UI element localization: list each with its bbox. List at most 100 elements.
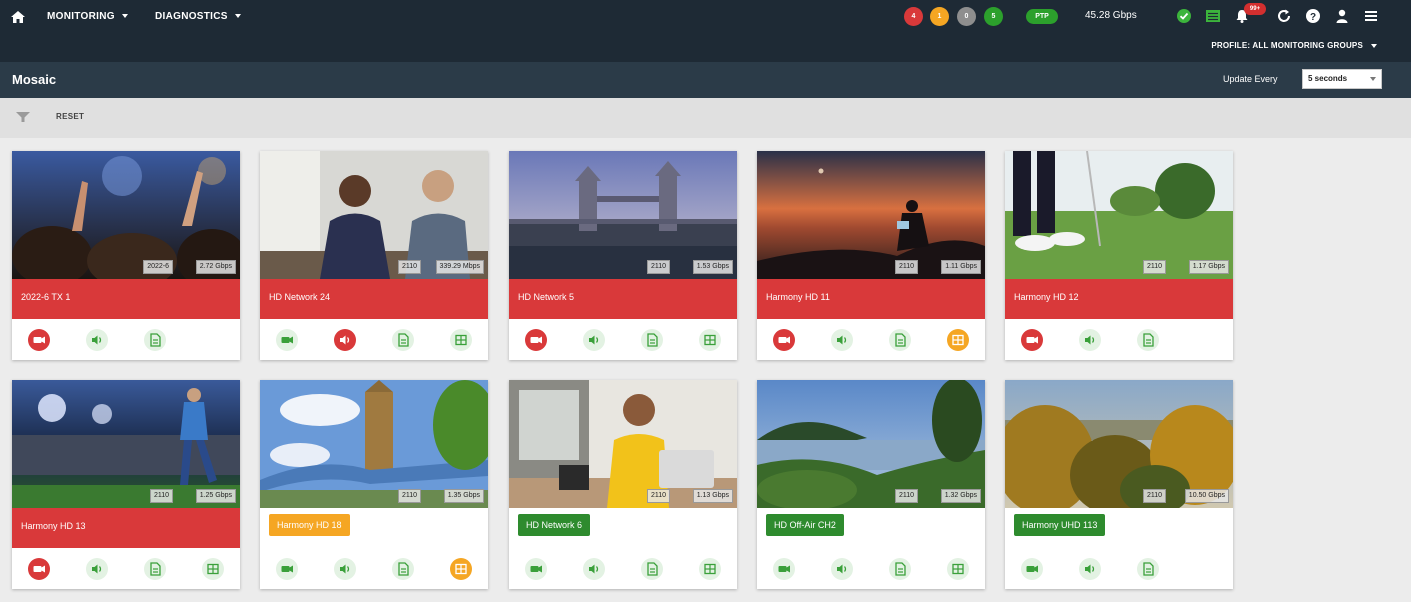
user-icon[interactable] [1334,8,1350,24]
document-ok-icon[interactable] [1137,558,1159,580]
mosaic-grid: 2022-6 2.72 Gbps 2022-6 TX 1 2110 339.29… [0,138,1411,602]
help-icon[interactable]: ? [1305,8,1321,24]
document-ok-icon[interactable] [889,558,911,580]
stream-card[interactable]: 2110 1.25 Gbps Harmony HD 13 [12,380,240,589]
document-ok-icon[interactable] [144,558,166,580]
stream-card[interactable]: 2110 1.17 Gbps Harmony HD 12 [1005,151,1233,360]
stream-thumbnail[interactable]: 2110 339.29 Mbps [260,151,488,279]
video-alarm-icon[interactable] [28,329,50,351]
filter-icon[interactable] [16,111,30,123]
document-ok-icon[interactable] [641,558,663,580]
stream-card[interactable]: 2110 1.35 Gbps Harmony HD 18 [260,380,488,589]
check-circle-icon[interactable] [1176,8,1192,24]
stream-id-tag: 2110 [894,489,918,503]
stream-thumbnail[interactable]: 2110 1.35 Gbps [260,380,488,508]
audio-alarm-icon[interactable] [334,329,356,351]
chevron-down-icon [1371,43,1377,48]
stream-name-badge: Harmony HD 18 [269,514,350,536]
stream-rate-tag: 339.29 Mbps [435,260,484,274]
video-alarm-icon[interactable] [1021,329,1043,351]
stream-id-tag: 2110 [397,489,421,503]
stream-rate-tag: 2.72 Gbps [195,260,236,274]
stream-name-bar: Harmony HD 11 [757,279,985,319]
stream-rate-tag: 1.25 Gbps [195,489,236,503]
audio-ok-icon[interactable] [1079,558,1101,580]
audio-ok-icon[interactable] [583,558,605,580]
stream-thumbnail[interactable]: 2110 1.25 Gbps [12,380,240,508]
audio-ok-icon[interactable] [86,329,108,351]
audio-ok-icon[interactable] [86,558,108,580]
audio-ok-icon[interactable] [831,558,853,580]
ptp-status-badge[interactable]: PTP [1026,9,1058,24]
monitoring-menu-label: MONITORING [47,11,115,22]
data-ok-icon[interactable] [699,329,721,351]
data-ok-icon[interactable] [202,558,224,580]
stream-name-badge: Harmony UHD 113 [1014,514,1106,536]
stream-name: Harmony HD 12 [1014,292,1079,302]
audio-ok-icon[interactable] [334,558,356,580]
alarm-count-unknown[interactable]: 0 [957,7,976,26]
document-ok-icon[interactable] [889,329,911,351]
diagnostics-menu-label: DIAGNOSTICS [155,11,228,22]
stream-name: Harmony HD 11 [766,292,830,302]
stream-card[interactable]: 2110 10.50 Gbps Harmony UHD 113 [1005,380,1233,589]
stream-id-tag: 2022-6 [143,260,173,274]
home-icon[interactable] [10,9,26,25]
list-icon[interactable] [1205,8,1221,24]
video-ok-icon[interactable] [773,558,795,580]
stream-rate-tag: 1.53 Gbps [692,260,733,274]
video-ok-icon[interactable] [1021,558,1043,580]
stream-status-icons [12,329,240,353]
refresh-icon[interactable] [1276,8,1292,24]
data-warning-icon[interactable] [450,558,472,580]
stream-id-tag: 2110 [397,260,421,274]
video-alarm-icon[interactable] [773,329,795,351]
data-ok-icon[interactable] [947,558,969,580]
stream-name-bar: 2022-6 TX 1 [12,279,240,319]
stream-thumbnail[interactable]: 2110 10.50 Gbps [1005,380,1233,508]
data-ok-icon[interactable] [450,329,472,351]
svg-text:?: ? [1310,12,1316,23]
document-ok-icon[interactable] [1137,329,1159,351]
alarm-count-ok[interactable]: 5 [984,7,1003,26]
data-warning-icon[interactable] [947,329,969,351]
video-alarm-icon[interactable] [525,329,547,351]
reset-button[interactable]: RESET [56,112,84,121]
stream-thumbnail[interactable]: 2022-6 2.72 Gbps [12,151,240,279]
stream-card[interactable]: 2110 1.11 Gbps Harmony HD 11 [757,151,985,360]
monitoring-menu[interactable]: MONITORING [47,11,128,22]
alarm-count-warning[interactable]: 1 [930,7,949,26]
stream-card[interactable]: 2022-6 2.72 Gbps 2022-6 TX 1 [12,151,240,360]
video-ok-icon[interactable] [525,558,547,580]
document-ok-icon[interactable] [392,329,414,351]
diagnostics-menu[interactable]: DIAGNOSTICS [155,11,241,22]
video-ok-icon[interactable] [276,558,298,580]
profile-selector[interactable]: PROFILE: ALL MONITORING GROUPS [1211,41,1377,50]
stream-status-icons [12,558,240,582]
stream-card[interactable]: 2110 1.53 Gbps HD Network 5 [509,151,737,360]
stream-card[interactable]: 2110 339.29 Mbps HD Network 24 [260,151,488,360]
stream-thumbnail[interactable]: 2110 1.32 Gbps [757,380,985,508]
audio-ok-icon[interactable] [831,329,853,351]
alarm-count-critical[interactable]: 4 [904,7,923,26]
document-ok-icon[interactable] [641,329,663,351]
stream-name-badge: HD Network 6 [518,514,591,536]
video-alarm-icon[interactable] [28,558,50,580]
update-interval-select[interactable]: 5 seconds [1302,69,1382,89]
stream-thumbnail[interactable]: 2110 1.53 Gbps [509,151,737,279]
audio-ok-icon[interactable] [1079,329,1101,351]
stream-id-tag: 2110 [646,260,670,274]
data-ok-icon[interactable] [699,558,721,580]
stream-thumbnail[interactable]: 2110 1.11 Gbps [757,151,985,279]
stream-thumbnail[interactable]: 2110 1.13 Gbps [509,380,737,508]
stream-card[interactable]: 2110 1.13 Gbps HD Network 6 [509,380,737,589]
chevron-down-icon [234,14,241,19]
video-ok-icon[interactable] [276,329,298,351]
menu-icon[interactable] [1363,8,1379,24]
stream-card[interactable]: 2110 1.32 Gbps HD Off-Air CH2 [757,380,985,589]
audio-ok-icon[interactable] [583,329,605,351]
document-ok-icon[interactable] [144,329,166,351]
stream-name: HD Network 24 [269,292,331,302]
stream-thumbnail[interactable]: 2110 1.17 Gbps [1005,151,1233,279]
document-ok-icon[interactable] [392,558,414,580]
